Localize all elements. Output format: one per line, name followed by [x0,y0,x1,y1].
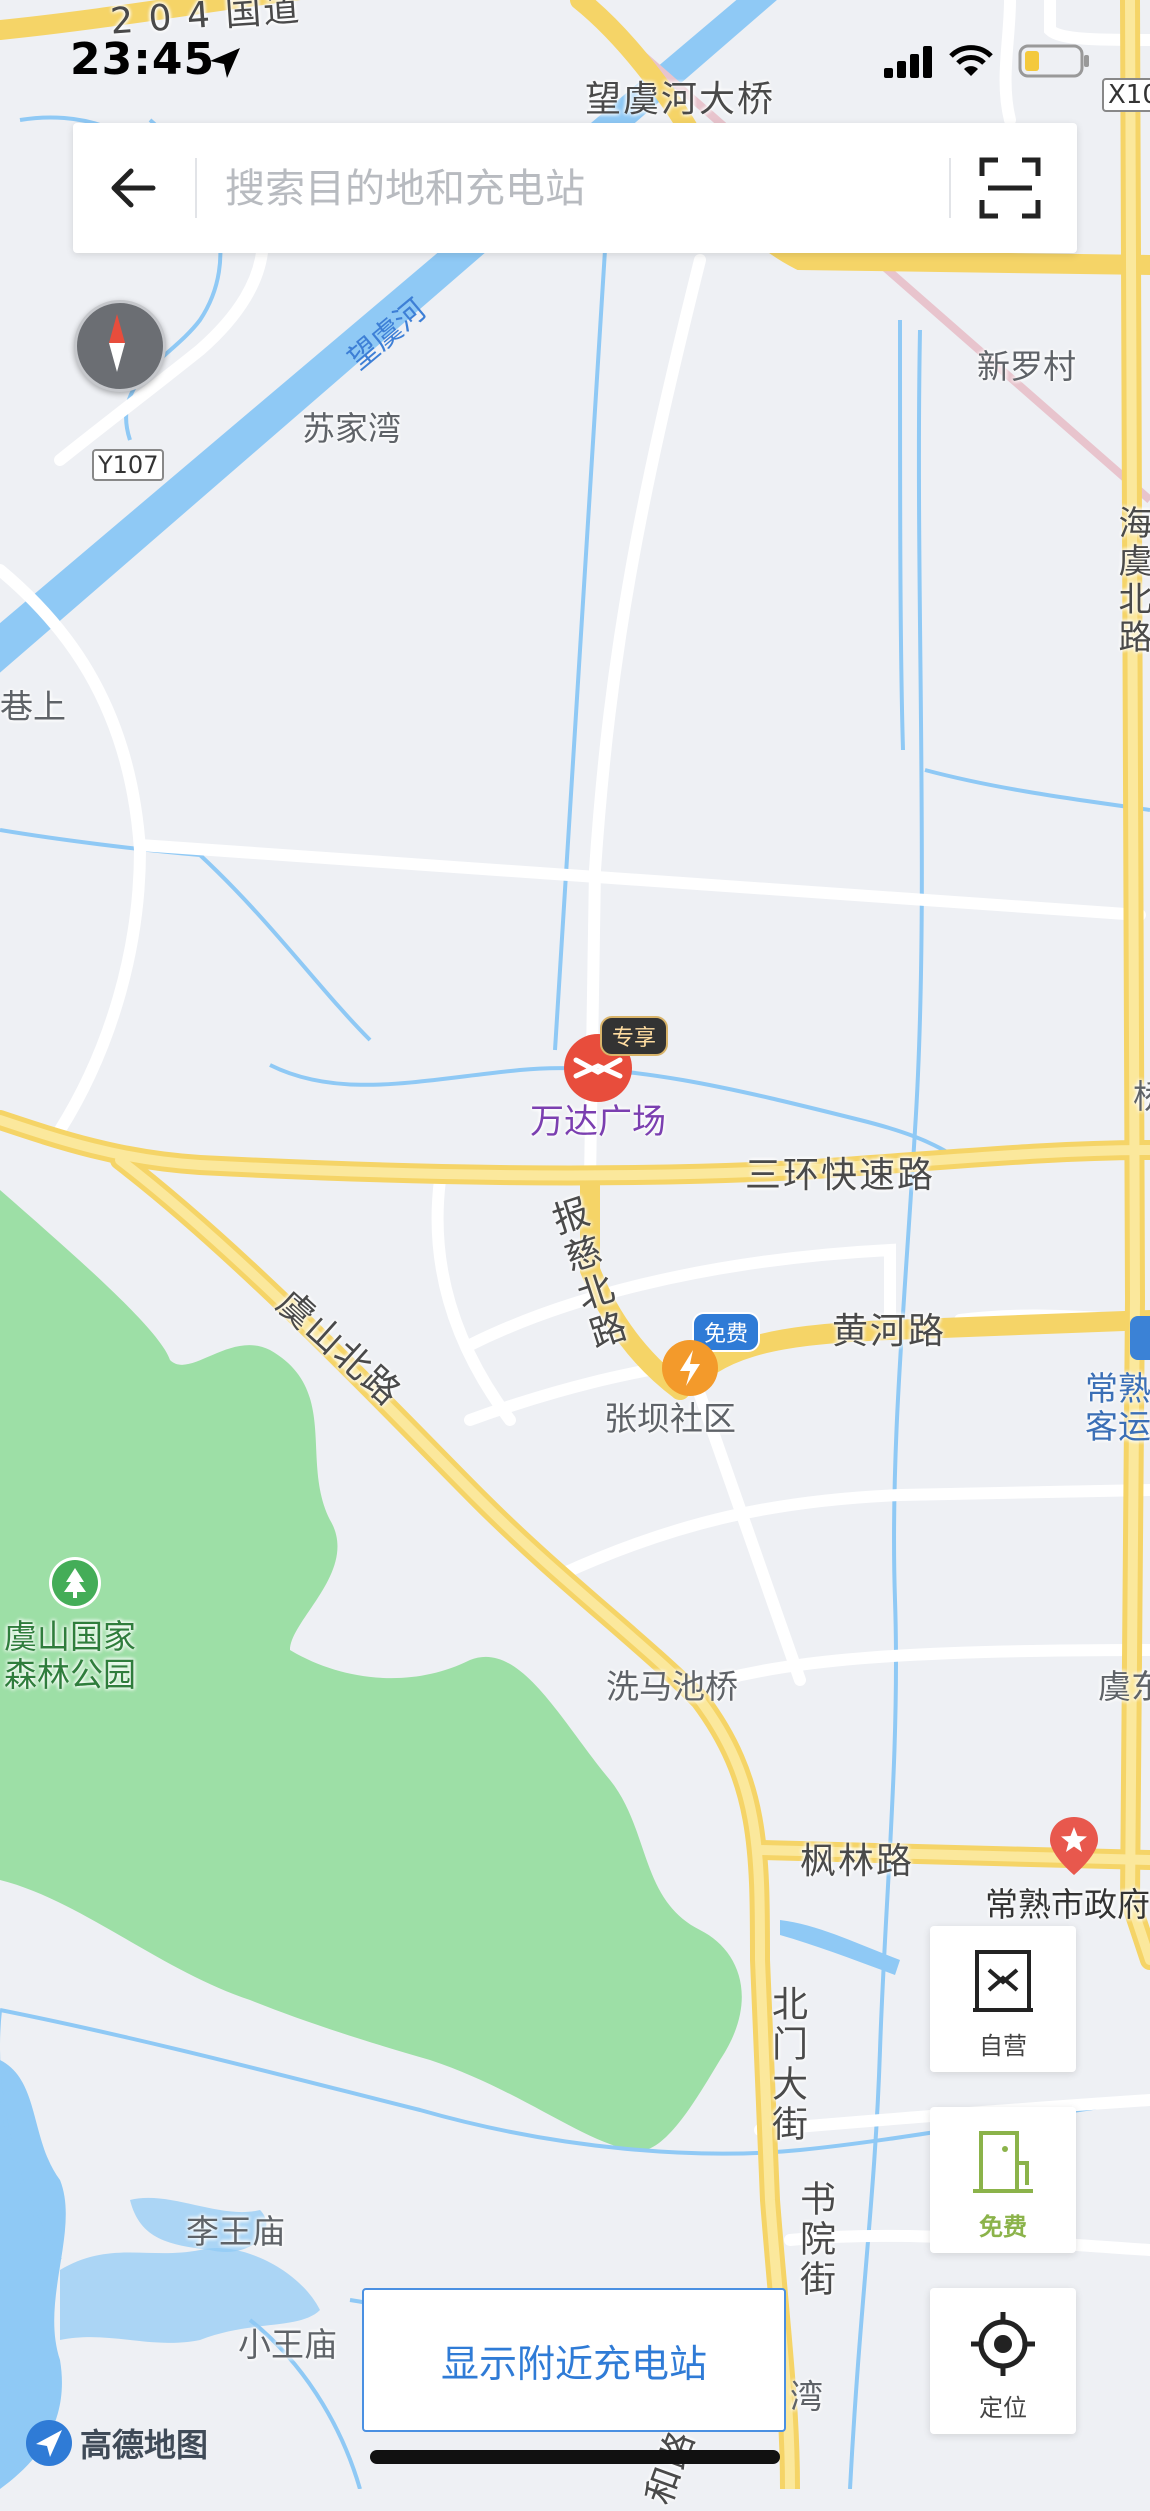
signal-icon [884,46,932,78]
back-arrow-icon[interactable] [103,157,165,219]
home-indicator [370,2450,780,2464]
place-xiaowang: 小王庙 [238,2325,337,2364]
battery-icon [1018,44,1089,78]
gaode-logo-text: 高德地图 [80,2426,209,2464]
huanghe-road-label: 黄河路 [832,1311,947,1352]
lightning-icon [662,1340,718,1396]
fenglin-road-label: 枫林路 [800,1841,915,1882]
wifi-icon [949,45,993,76]
locate-label: 定位 [979,2394,1027,2422]
place-sujiawan: 苏家湾 [302,409,401,448]
free-filter-button[interactable]: 免费 [930,2107,1076,2253]
search-input[interactable] [223,153,987,225]
gaode-logo-icon [26,2420,72,2466]
place-changshu-bus: 常熟客运 [1085,1369,1150,1446]
place-wanda: 万达广场 [530,1102,666,1142]
free-filter-label: 免费 [979,2213,1027,2241]
expressway-label: 三环快速路 [745,1155,936,1196]
free-station-icon [973,2131,1033,2193]
beimen-street-label: 北门大街 [766,1985,807,2145]
place-zhangba: 张坝社区 [604,1399,736,1438]
place-xiangshang: 巷上 [0,687,66,726]
edge-place-label: 桥 [1133,1077,1150,1116]
self-operated-station-icon [973,1950,1033,2012]
status-time: 23:45 [70,34,216,85]
bus-station-icon [1130,1316,1150,1360]
search-divider [949,158,951,218]
status-bar: 23:45 [0,0,1150,110]
place-xinluocun: 新罗村 [977,347,1076,386]
self-operated-button[interactable]: 自营 [930,1926,1076,2072]
shuyuan-street-label: 书院街 [794,2180,835,2300]
compass-icon [109,314,125,372]
government-marker[interactable] [1048,1815,1100,1877]
place-liwang: 李王庙 [186,2212,285,2251]
search-bar [73,123,1077,253]
scan-icon[interactable] [978,156,1042,220]
compass-button[interactable] [74,300,166,392]
place-yudong: 虞东 [1098,1667,1150,1706]
y107-road-label: Y107 [92,449,165,481]
charging-station-marker[interactable] [660,1338,720,1398]
show-nearby-chargers-button[interactable]: 显示附近充电站 [362,2288,786,2432]
self-operated-label: 自营 [979,2032,1027,2060]
star-pin-icon [1050,1817,1098,1875]
gaode-logo: 高德地图 [24,2418,208,2468]
locate-button[interactable]: 定位 [930,2288,1076,2434]
haiyu-road-label: 海虞北路 [1112,505,1150,657]
search-divider [195,158,197,218]
place-government: 常熟市政府 [985,1885,1150,1924]
park-icon [52,1560,98,1606]
exclusive-badge: 专享 [600,1016,669,1056]
locate-icon [971,2312,1035,2376]
place-yushan-park: 虞山国家森林公园 [4,1617,136,1694]
place-wan: 湾 [790,2377,823,2416]
xima-bridge-label: 洗马池桥 [606,1667,738,1706]
location-arrow-icon [210,48,240,78]
